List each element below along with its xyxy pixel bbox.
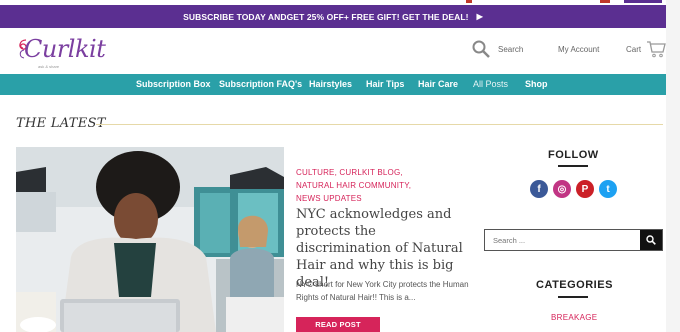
nav-item-subscription-box[interactable]: Subscription Box [136,79,211,89]
sidebar-search [484,229,663,251]
search-icon [472,40,490,58]
logo-tagline: ask & share [38,64,60,69]
nav-item-all-posts[interactable]: All Posts [473,79,508,89]
header-search-label: Search [498,44,524,54]
main-nav: Subscription Box Subscription FAQ's Hair… [0,74,666,95]
site-logo[interactable]: Curlkit ask & share [16,34,106,70]
top-strip-mark [624,0,662,3]
woman-at-laptop-photo [16,147,284,332]
nav-item-hair-tips[interactable]: Hair Tips [366,79,404,89]
cart-label: Cart [626,44,642,54]
instagram-icon[interactable]: ◎ [553,180,571,198]
cart-link[interactable]: Cart [626,40,666,58]
sidebar-search-input[interactable] [485,230,640,250]
logo-text: Curlkit [24,35,106,63]
twitter-icon[interactable]: t [599,180,617,198]
facebook-icon[interactable]: f [530,180,548,198]
header-search[interactable]: Search [472,40,523,58]
promo-banner[interactable]: SUBSCRIBE TODAY AND GET 25% OFF + FREE G… [0,5,666,28]
category-link-breakage[interactable]: BREAKAGE [551,313,597,322]
post-category-link[interactable]: NEWS UPDATES [296,192,476,205]
top-strip-mark [600,0,610,3]
post-featured-image[interactable] [16,147,284,332]
nav-item-hair-care[interactable]: Hair Care [418,79,458,89]
cart-icon [647,41,666,58]
post-category-link[interactable]: NATURAL HAIR COMMUNITY, [296,179,476,192]
read-post-button[interactable]: READ POST [296,317,380,332]
play-arrow-icon: ▶ [476,12,483,21]
nav-item-shop[interactable]: Shop [525,79,548,89]
post-categories: CULTURE, CURLKIT BLOG, NATURAL HAIR COMM… [296,166,476,205]
categories-heading: CATEGORIES [536,279,613,291]
scrollbar-track[interactable] [666,0,680,332]
post-excerpt: NYC short for New York City protects the… [296,280,469,302]
sidebar-search-button[interactable] [640,230,662,250]
section-title: THE LATEST [16,116,106,131]
nav-item-hairstyles[interactable]: Hairstyles [309,79,352,89]
top-strip-mark [466,0,472,3]
site-header: Curlkit ask & share Search My Account Ca… [0,28,680,74]
promo-text-post: + FREE GIFT! GET THE DEAL! [343,11,469,22]
categories-underline [558,296,588,298]
follow-heading: FOLLOW [548,149,599,161]
promo-text-bold: GET 25% OFF [286,11,344,22]
section-divider [96,124,663,125]
post-category-link[interactable]: CULTURE, CURLKIT BLOG, [296,166,476,179]
follow-underline [558,165,588,167]
search-icon [646,235,656,245]
pinterest-icon[interactable]: P [576,180,594,198]
nav-item-subscription-faqs[interactable]: Subscription FAQ's [219,79,302,89]
my-account-link[interactable]: My Account [558,45,599,54]
promo-text-pre: SUBSCRIBE TODAY AND [183,11,287,22]
